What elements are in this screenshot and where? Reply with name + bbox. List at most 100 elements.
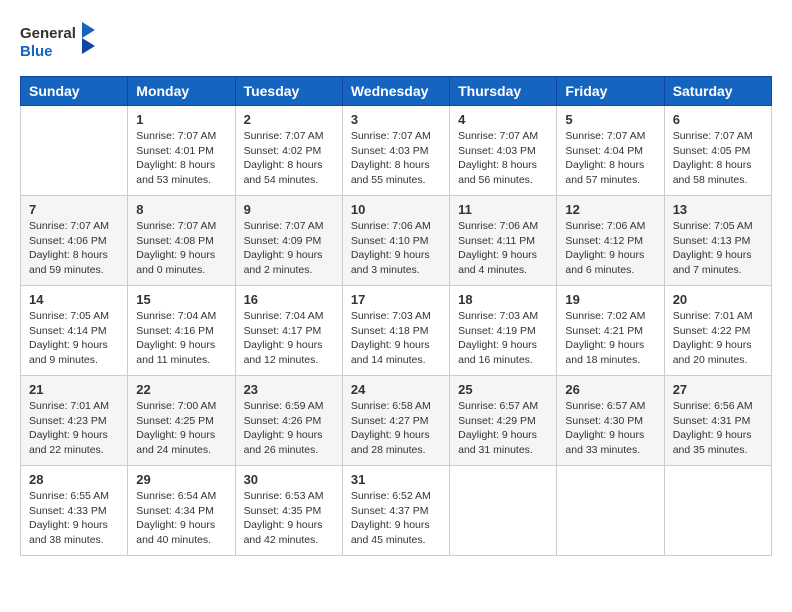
day-number: 7 <box>29 202 119 217</box>
day-number: 17 <box>351 292 441 307</box>
day-info: Sunrise: 7:04 AMSunset: 4:16 PMDaylight:… <box>136 309 226 368</box>
day-info: Sunrise: 6:52 AMSunset: 4:37 PMDaylight:… <box>351 489 441 548</box>
calendar-week-row: 21Sunrise: 7:01 AMSunset: 4:23 PMDayligh… <box>21 376 772 466</box>
calendar-cell: 12 Sunrise: 7:06 AMSunset: 4:12 PMDayligh… <box>557 196 664 286</box>
day-number: 27 <box>673 382 763 397</box>
calendar-cell: 3 Sunrise: 7:07 AMSunset: 4:03 PMDaylight… <box>342 106 449 196</box>
day-info: Sunrise: 7:07 AMSunset: 4:02 PMDaylight:… <box>244 129 334 188</box>
calendar-cell <box>557 466 664 556</box>
calendar-cell: 28Sunrise: 6:55 AMSunset: 4:33 PMDayligh… <box>21 466 128 556</box>
day-info: Sunrise: 7:07 AMSunset: 4:03 PMDaylight:… <box>351 129 441 188</box>
calendar-cell: 17 Sunrise: 7:03 AMSunset: 4:18 PMDayligh… <box>342 286 449 376</box>
day-info: Sunrise: 7:04 AMSunset: 4:17 PMDaylight:… <box>244 309 334 368</box>
day-info: Sunrise: 6:59 AMSunset: 4:26 PMDaylight:… <box>244 399 334 458</box>
day-info: Sunrise: 6:53 AMSunset: 4:35 PMDaylight:… <box>244 489 334 548</box>
page-header: GeneralBlue <box>20 20 772 60</box>
svg-text:General: General <box>20 25 76 42</box>
day-info: Sunrise: 7:01 AMSunset: 4:22 PMDaylight:… <box>673 309 763 368</box>
day-info: Sunrise: 7:07 AMSunset: 4:03 PMDaylight:… <box>458 129 548 188</box>
calendar-cell: 13 Sunrise: 7:05 AMSunset: 4:13 PMDayligh… <box>664 196 771 286</box>
calendar-cell: 23 Sunrise: 6:59 AMSunset: 4:26 PMDayligh… <box>235 376 342 466</box>
calendar-cell <box>664 466 771 556</box>
day-info: Sunrise: 6:58 AMSunset: 4:27 PMDaylight:… <box>351 399 441 458</box>
day-info: Sunrise: 7:05 AMSunset: 4:13 PMDaylight:… <box>673 219 763 278</box>
day-number: 16 <box>244 292 334 307</box>
day-number: 10 <box>351 202 441 217</box>
weekday-header: Tuesday <box>235 77 342 106</box>
day-number: 31 <box>351 472 441 487</box>
calendar-cell: 8 Sunrise: 7:07 AMSunset: 4:08 PMDaylight… <box>128 196 235 286</box>
calendar-week-row: 14 Sunrise: 7:05 AMSunset: 4:14 PMDayligh… <box>21 286 772 376</box>
day-number: 6 <box>673 112 763 127</box>
day-number: 8 <box>136 202 226 217</box>
calendar-cell: 18 Sunrise: 7:03 AMSunset: 4:19 PMDayligh… <box>450 286 557 376</box>
calendar-header: SundayMondayTuesdayWednesdayThursdayFrid… <box>21 77 772 106</box>
svg-text:Blue: Blue <box>20 43 53 60</box>
day-number: 2 <box>244 112 334 127</box>
calendar-cell: 15 Sunrise: 7:04 AMSunset: 4:16 PMDayligh… <box>128 286 235 376</box>
calendar-cell: 7 Sunrise: 7:07 AMSunset: 4:06 PMDaylight… <box>21 196 128 286</box>
day-number: 9 <box>244 202 334 217</box>
calendar-cell: 9 Sunrise: 7:07 AMSunset: 4:09 PMDaylight… <box>235 196 342 286</box>
logo: GeneralBlue <box>20 20 100 60</box>
day-info: Sunrise: 6:57 AMSunset: 4:30 PMDaylight:… <box>565 399 655 458</box>
calendar-cell: 4 Sunrise: 7:07 AMSunset: 4:03 PMDaylight… <box>450 106 557 196</box>
day-number: 21 <box>29 382 119 397</box>
day-number: 4 <box>458 112 548 127</box>
calendar-cell <box>450 466 557 556</box>
day-info: Sunrise: 7:03 AMSunset: 4:19 PMDaylight:… <box>458 309 548 368</box>
calendar-week-row: 1Sunrise: 7:07 AMSunset: 4:01 PMDaylight… <box>21 106 772 196</box>
weekday-header: Thursday <box>450 77 557 106</box>
calendar-cell: 1Sunrise: 7:07 AMSunset: 4:01 PMDaylight… <box>128 106 235 196</box>
calendar-week-row: 7 Sunrise: 7:07 AMSunset: 4:06 PMDaylight… <box>21 196 772 286</box>
calendar-cell: 22Sunrise: 7:00 AMSunset: 4:25 PMDayligh… <box>128 376 235 466</box>
day-number: 22 <box>136 382 226 397</box>
calendar-cell: 29Sunrise: 6:54 AMSunset: 4:34 PMDayligh… <box>128 466 235 556</box>
day-info: Sunrise: 7:03 AMSunset: 4:18 PMDaylight:… <box>351 309 441 368</box>
day-info: Sunrise: 7:07 AMSunset: 4:08 PMDaylight:… <box>136 219 226 278</box>
day-info: Sunrise: 7:07 AMSunset: 4:09 PMDaylight:… <box>244 219 334 278</box>
day-info: Sunrise: 7:02 AMSunset: 4:21 PMDaylight:… <box>565 309 655 368</box>
calendar-cell: 6Sunrise: 7:07 AMSunset: 4:05 PMDaylight… <box>664 106 771 196</box>
day-number: 19 <box>565 292 655 307</box>
day-info: Sunrise: 6:56 AMSunset: 4:31 PMDaylight:… <box>673 399 763 458</box>
day-number: 14 <box>29 292 119 307</box>
calendar-week-row: 28Sunrise: 6:55 AMSunset: 4:33 PMDayligh… <box>21 466 772 556</box>
calendar-table: SundayMondayTuesdayWednesdayThursdayFrid… <box>20 76 772 556</box>
day-info: Sunrise: 7:06 AMSunset: 4:12 PMDaylight:… <box>565 219 655 278</box>
day-info: Sunrise: 7:07 AMSunset: 4:01 PMDaylight:… <box>136 129 226 188</box>
day-number: 18 <box>458 292 548 307</box>
day-info: Sunrise: 7:07 AMSunset: 4:04 PMDaylight:… <box>565 129 655 188</box>
calendar-cell: 5 Sunrise: 7:07 AMSunset: 4:04 PMDaylight… <box>557 106 664 196</box>
calendar-cell: 26 Sunrise: 6:57 AMSunset: 4:30 PMDayligh… <box>557 376 664 466</box>
day-info: Sunrise: 6:57 AMSunset: 4:29 PMDaylight:… <box>458 399 548 458</box>
day-number: 24 <box>351 382 441 397</box>
weekday-header: Saturday <box>664 77 771 106</box>
calendar-cell: 27 Sunrise: 6:56 AMSunset: 4:31 PMDayligh… <box>664 376 771 466</box>
day-info: Sunrise: 7:05 AMSunset: 4:14 PMDaylight:… <box>29 309 119 368</box>
day-info: Sunrise: 6:55 AMSunset: 4:33 PMDaylight:… <box>29 489 119 548</box>
day-number: 11 <box>458 202 548 217</box>
day-number: 26 <box>565 382 655 397</box>
day-number: 12 <box>565 202 655 217</box>
day-number: 5 <box>565 112 655 127</box>
calendar-cell: 20 Sunrise: 7:01 AMSunset: 4:22 PMDayligh… <box>664 286 771 376</box>
weekday-header: Sunday <box>21 77 128 106</box>
calendar-cell <box>21 106 128 196</box>
day-info: Sunrise: 6:54 AMSunset: 4:34 PMDaylight:… <box>136 489 226 548</box>
weekday-header: Wednesday <box>342 77 449 106</box>
calendar-cell: 11Sunrise: 7:06 AMSunset: 4:11 PMDayligh… <box>450 196 557 286</box>
calendar-cell: 19 Sunrise: 7:02 AMSunset: 4:21 PMDayligh… <box>557 286 664 376</box>
day-number: 3 <box>351 112 441 127</box>
calendar-cell: 25 Sunrise: 6:57 AMSunset: 4:29 PMDayligh… <box>450 376 557 466</box>
day-number: 15 <box>136 292 226 307</box>
day-number: 13 <box>673 202 763 217</box>
calendar-cell: 30Sunrise: 6:53 AMSunset: 4:35 PMDayligh… <box>235 466 342 556</box>
calendar-cell: 2 Sunrise: 7:07 AMSunset: 4:02 PMDaylight… <box>235 106 342 196</box>
calendar-cell: 14 Sunrise: 7:05 AMSunset: 4:14 PMDayligh… <box>21 286 128 376</box>
calendar-cell: 21Sunrise: 7:01 AMSunset: 4:23 PMDayligh… <box>21 376 128 466</box>
day-number: 20 <box>673 292 763 307</box>
day-number: 25 <box>458 382 548 397</box>
day-info: Sunrise: 7:07 AMSunset: 4:06 PMDaylight:… <box>29 219 119 278</box>
day-number: 23 <box>244 382 334 397</box>
